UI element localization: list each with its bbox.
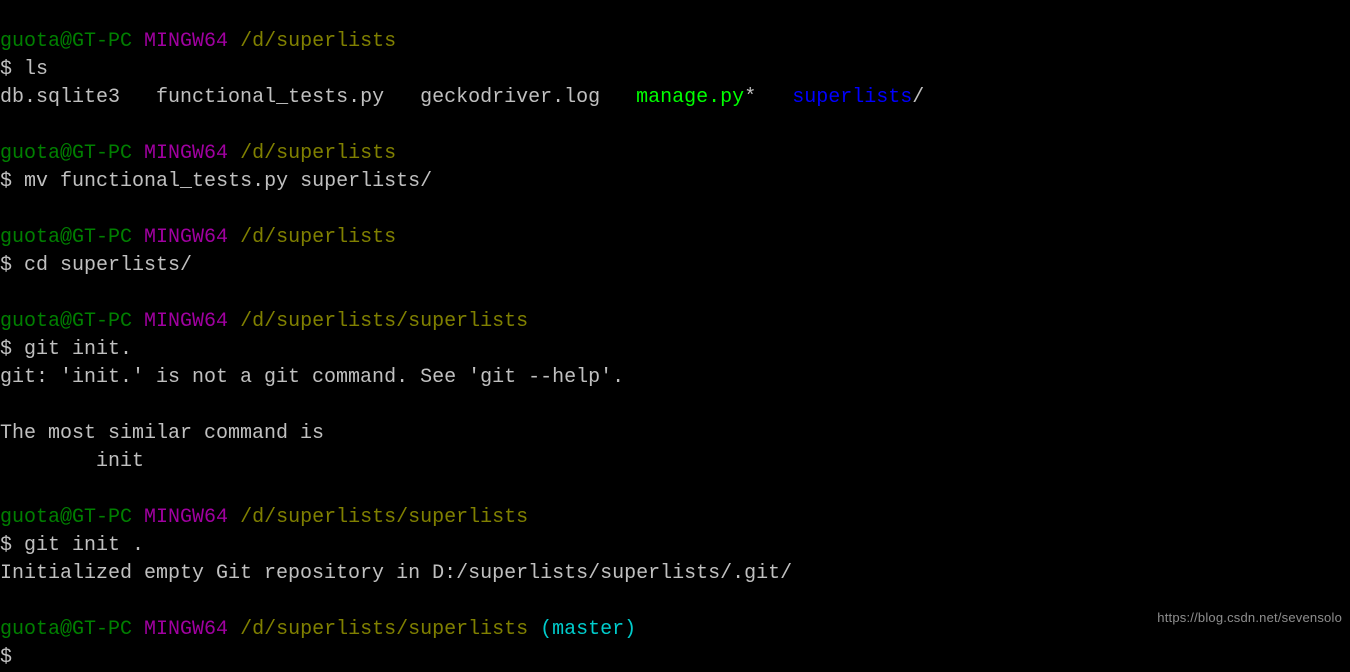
prompt-user: guota@GT-PC	[0, 226, 132, 249]
terminal[interactable]: guota@GT-PC MINGW64 /d/superlists $ ls d…	[0, 0, 1350, 672]
prompt-path: /d/superlists	[240, 30, 396, 53]
prompt-user: guota@GT-PC	[0, 30, 132, 53]
prompt-sigil: $	[0, 58, 12, 81]
prompt-shell: MINGW64	[144, 506, 228, 529]
directory: superlists	[792, 86, 912, 109]
ls-output: db.sqlite3 functional_tests.py geckodriv…	[0, 86, 924, 109]
prompt-path: /d/superlists/superlists	[240, 310, 528, 333]
command: git init.	[24, 338, 132, 361]
prompt-shell: MINGW64	[144, 226, 228, 249]
prompt-sigil: $	[0, 534, 12, 557]
prompt-line: guota@GT-PC MINGW64 /d/superlists	[0, 142, 396, 165]
prompt-user: guota@GT-PC	[0, 142, 132, 165]
exec-marker: *	[744, 86, 756, 109]
prompt-sigil: $	[0, 170, 12, 193]
prompt-path: /d/superlists/superlists	[240, 506, 528, 529]
git-error-line: The most similar command is	[0, 422, 324, 445]
prompt-sigil: $	[0, 646, 12, 669]
prompt-user: guota@GT-PC	[0, 310, 132, 333]
prompt-sigil: $	[0, 254, 12, 277]
prompt-line: guota@GT-PC MINGW64 /d/superlists/superl…	[0, 310, 528, 333]
git-ok-line: Initialized empty Git repository in D:/s…	[0, 562, 792, 585]
prompt-line: guota@GT-PC MINGW64 /d/superlists	[0, 226, 396, 249]
prompt-user: guota@GT-PC	[0, 506, 132, 529]
prompt-line: guota@GT-PC MINGW64 /d/superlists	[0, 30, 396, 53]
file: db.sqlite3	[0, 86, 120, 109]
prompt-sigil: $	[0, 338, 12, 361]
command: git init .	[24, 534, 144, 557]
dir-slash: /	[912, 86, 924, 109]
prompt-shell: MINGW64	[144, 142, 228, 165]
command: cd superlists/	[24, 254, 192, 277]
git-error-line: init	[0, 450, 144, 473]
prompt-shell: MINGW64	[144, 30, 228, 53]
command: mv functional_tests.py superlists/	[24, 170, 432, 193]
watermark: https://blog.csdn.net/sevensolo	[1157, 604, 1342, 632]
executable-file: manage.py	[636, 86, 744, 109]
file: functional_tests.py	[156, 86, 384, 109]
prompt-line: guota@GT-PC MINGW64 /d/superlists/superl…	[0, 506, 528, 529]
prompt-shell: MINGW64	[144, 310, 228, 333]
prompt-path: /d/superlists	[240, 226, 396, 249]
prompt-path: /d/superlists	[240, 142, 396, 165]
command: ls	[24, 58, 48, 81]
file: geckodriver.log	[420, 86, 600, 109]
git-error-line: git: 'init.' is not a git command. See '…	[0, 366, 624, 389]
